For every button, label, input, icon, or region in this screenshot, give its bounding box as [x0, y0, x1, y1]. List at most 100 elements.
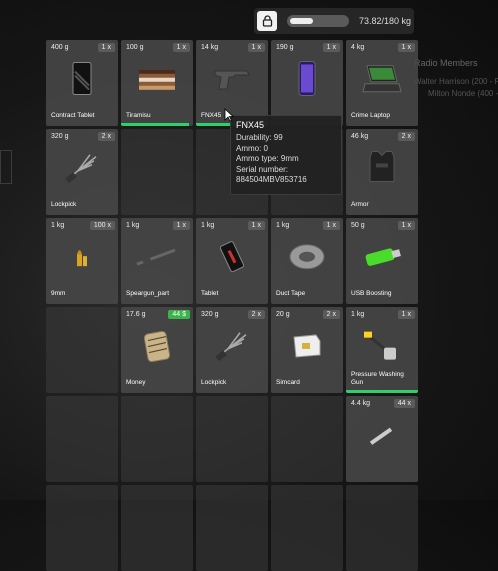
inventory-slot[interactable]: 4.4 kg 44 x — [346, 396, 418, 482]
item-label: Pressure Washing Gun — [351, 371, 404, 386]
item-quantity-badge: 1 x — [397, 310, 415, 319]
inventory-slot-empty[interactable] — [46, 485, 118, 571]
tool-icon — [367, 425, 397, 450]
radio-member: Milton Nonde (400 - LS — [428, 89, 498, 98]
weight-bar: 73.82/180 kg — [254, 8, 414, 34]
item-label: Duct Tape — [276, 290, 306, 297]
item-label: Contract Tablet — [51, 112, 95, 119]
inventory-slot-empty[interactable] — [271, 396, 343, 482]
inventory-slot-empty[interactable] — [46, 307, 118, 393]
item-weight: 400 g — [51, 44, 69, 51]
inventory-slot[interactable]: 1 kg 100 x 9mm — [46, 218, 118, 304]
inventory-slot-empty[interactable] — [196, 485, 268, 571]
inventory-slot-empty[interactable] — [46, 396, 118, 482]
inventory-slot-empty[interactable] — [346, 485, 418, 571]
tooltip-line: Ammo: 0 — [236, 143, 269, 153]
item-quantity-badge: 1 x — [322, 221, 340, 230]
lock-button[interactable] — [257, 11, 277, 31]
inventory-slot[interactable]: 1 kg 1 x Duct Tape — [271, 218, 343, 304]
inventory-slot-empty[interactable] — [271, 485, 343, 571]
money-icon — [142, 329, 172, 368]
item-weight: 320 g — [51, 133, 69, 140]
inventory-slot[interactable]: 190 g 1 x — [271, 40, 343, 126]
tooltip-line: Ammo type: 9mm — [236, 154, 299, 163]
item-quantity-badge: 1 x — [172, 43, 190, 52]
pistol-icon — [213, 67, 251, 96]
cake-icon — [137, 64, 177, 99]
item-label: Speargun_part — [126, 290, 170, 297]
inventory-slot[interactable]: 17.6 g 44 $ Money — [121, 307, 193, 393]
inventory-slot[interactable]: 320 g 2 x Lockpick — [196, 307, 268, 393]
inventory-slot[interactable]: 100 g 1 x Tiramisu — [121, 40, 193, 126]
item-label: Lockpick — [201, 379, 227, 386]
radio-member: Walter Harrison (200 - PO — [414, 77, 498, 86]
inventory-slot-empty[interactable] — [121, 129, 193, 215]
item-durability-bar — [346, 390, 418, 393]
item-quantity-badge: 1 x — [397, 43, 415, 52]
item-label: Money — [126, 379, 146, 386]
item-weight: 320 g — [201, 311, 219, 318]
item-quantity-badge: 1 x — [322, 43, 340, 52]
inventory-slot[interactable]: 50 g 1 x USB Boosting — [346, 218, 418, 304]
tooltip-line: 884504MBV853716 — [236, 175, 307, 184]
radio-members-title: Radio Members — [414, 58, 478, 68]
speargun-icon — [135, 246, 179, 273]
tooltip-line: Serial number: — [236, 164, 289, 174]
inventory-slot-empty[interactable] — [121, 485, 193, 571]
inventory-slot[interactable]: 46 kg 2 x Armor — [346, 129, 418, 215]
tablet-icon — [69, 62, 95, 101]
inventory-slot[interactable]: 20 g 2 x Simcard — [271, 307, 343, 393]
inventory-slot[interactable]: 4 kg 1 x Crime Laptop — [346, 40, 418, 126]
item-weight: 4.4 kg — [351, 400, 371, 407]
weight-text: 73.82/180 kg — [359, 16, 412, 26]
phone-icon — [297, 60, 317, 101]
lock-icon — [262, 15, 272, 27]
armor-icon — [366, 149, 398, 190]
weight-progress-fill — [290, 18, 313, 24]
item-quantity-badge: 2 x — [397, 132, 415, 141]
item-weight: 1 kg — [351, 311, 365, 318]
inventory-slot[interactable]: 400 g 1 x Contract Tablet — [46, 40, 118, 126]
item-weight: 4 kg — [351, 44, 365, 51]
item-quantity-badge: 100 x — [89, 221, 115, 230]
tablet-small-icon — [219, 241, 245, 278]
item-price-badge: 44 $ — [168, 310, 190, 319]
item-quantity-badge: 2 x — [97, 132, 115, 141]
item-weight: 100 g — [126, 44, 144, 51]
item-weight: 20 g — [276, 311, 290, 318]
item-label: USB Boosting — [351, 290, 392, 297]
item-quantity-badge: 44 x — [393, 399, 415, 408]
lockpick-icon — [64, 153, 100, 188]
item-quantity-badge: 2 x — [322, 310, 340, 319]
item-weight: 46 kg — [351, 133, 369, 140]
item-label: 9mm — [51, 290, 66, 297]
item-label: Simcard — [276, 379, 300, 386]
lockpick-icon — [214, 331, 250, 366]
item-weight: 1 kg — [201, 222, 215, 229]
item-weight: 1 kg — [276, 222, 290, 229]
ammo-icon — [74, 246, 90, 273]
tooltip-line: Durability: 99 — [236, 133, 283, 142]
item-label: Lockpick — [51, 201, 77, 208]
laptop-icon — [361, 64, 403, 99]
inventory-slot-empty[interactable] — [121, 396, 193, 482]
item-quantity-badge: 2 x — [247, 310, 265, 319]
item-durability-bar — [121, 123, 190, 126]
item-weight: 14 kg — [201, 44, 219, 51]
inventory-slot[interactable]: 1 kg 1 x Tablet — [196, 218, 268, 304]
inventory-slot-empty[interactable] — [196, 396, 268, 482]
duct-tape-icon — [287, 242, 327, 277]
inventory-slot[interactable]: 320 g 2 x Lockpick — [46, 129, 118, 215]
tooltip-title: FNX45 — [236, 120, 265, 130]
weight-progress-track — [287, 15, 349, 27]
item-quantity-badge: 1 x — [172, 221, 190, 230]
inventory-slot[interactable]: 1 kg 1 x Pressure Washing Gun — [346, 307, 418, 393]
item-label: Tablet — [201, 290, 219, 297]
item-quantity-badge: 1 x — [397, 221, 415, 230]
item-weight: 1 kg — [126, 222, 140, 229]
inventory-slot[interactable]: 1 kg 1 x Speargun_part — [121, 218, 193, 304]
item-tooltip: FNX45 Durability: 99 Ammo: 0 Ammo type: … — [230, 115, 342, 195]
radio-members-panel: Radio Members Walter Harrison (200 - PO … — [414, 58, 498, 100]
item-weight: 17.6 g — [126, 311, 146, 318]
usb-icon — [362, 246, 402, 273]
